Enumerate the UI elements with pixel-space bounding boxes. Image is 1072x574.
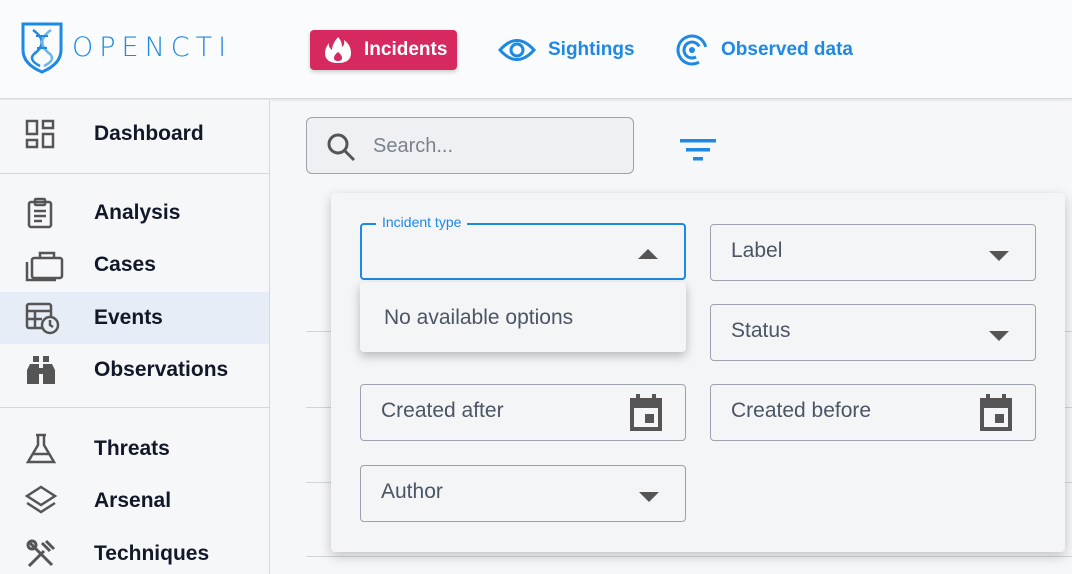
author-select-label: Author (381, 480, 443, 503)
nav-observed-data-label: Observed data (721, 39, 853, 60)
top-bar: OPENCTI Incidents Sightings Observed dat… (0, 0, 1072, 99)
sidebar-item-label: Analysis (94, 201, 181, 224)
sidebar-item-techniques[interactable]: Techniques (0, 528, 269, 574)
sidebar-item-label: Observations (94, 358, 229, 381)
list-row-divider (306, 556, 1072, 557)
sidebar-item-label: Dashboard (94, 122, 204, 145)
sidebar-item-cases[interactable]: Cases (0, 239, 269, 291)
nav-sightings-label: Sightings (548, 39, 635, 60)
search-icon (325, 131, 357, 168)
radar-icon (675, 33, 709, 67)
layers-icon (24, 484, 58, 518)
chevron-up-icon[interactable] (638, 249, 658, 259)
nav-incidents-label: Incidents (364, 39, 448, 60)
created-after-field[interactable]: Created after (360, 384, 686, 441)
clipboard-icon (24, 197, 56, 229)
sidebar-divider (0, 173, 269, 174)
flask-icon (24, 432, 58, 466)
chevron-down-icon[interactable] (639, 492, 659, 502)
filter-list-icon (680, 139, 716, 161)
label-select-label: Label (731, 239, 783, 262)
search-input[interactable] (373, 130, 623, 162)
sidebar-item-label: Cases (94, 253, 156, 276)
nav-incidents-button[interactable]: Incidents (310, 30, 458, 70)
incident-type-label: Incident type (376, 214, 468, 230)
search-box (306, 117, 634, 174)
sidebar-item-arsenal[interactable]: Arsenal (0, 475, 269, 527)
dna-shield-icon (21, 22, 63, 74)
status-select[interactable]: Status (710, 304, 1036, 361)
calendar-clock-icon (24, 301, 60, 335)
flame-icon (324, 35, 352, 65)
opencti-logo[interactable]: OPENCTI (20, 20, 232, 74)
sidebar-item-events[interactable]: Events (0, 292, 269, 344)
no-options-message: No available options (384, 306, 574, 329)
label-select[interactable]: Label (710, 224, 1036, 281)
incident-type-dropdown: No available options (360, 282, 686, 352)
sidebar-divider (0, 407, 269, 408)
sidebar-item-label: Threats (94, 437, 170, 460)
author-select[interactable]: Author (360, 465, 686, 522)
sidebar-item-label: Arsenal (94, 489, 172, 512)
nav-observed-data-button[interactable]: Observed data (675, 30, 853, 70)
sidebar-item-dashboard[interactable]: Dashboard (0, 108, 269, 160)
briefcase-icon (24, 248, 64, 282)
logo-text: OPENCTI (72, 31, 233, 63)
nav-sightings-button[interactable]: Sightings (498, 30, 635, 70)
chevron-down-icon[interactable] (989, 331, 1009, 341)
status-select-label: Status (731, 319, 791, 342)
created-before-field[interactable]: Created before (710, 384, 1036, 441)
dashboard-icon (24, 118, 56, 150)
sidebar-item-analysis[interactable]: Analysis (0, 187, 269, 239)
incident-type-select[interactable]: Incident type (360, 214, 686, 280)
filter-toggle-button[interactable] (676, 134, 720, 171)
sidebar-item-threats[interactable]: Threats (0, 423, 269, 475)
chevron-down-icon[interactable] (989, 251, 1009, 261)
calendar-icon[interactable] (627, 393, 665, 438)
tools-icon (24, 537, 58, 571)
sidebar-item-label: Events (94, 306, 163, 329)
created-after-label: Created after (381, 399, 504, 422)
binoculars-icon (24, 354, 58, 386)
eye-icon (498, 37, 536, 63)
created-before-label: Created before (731, 399, 872, 422)
sidebar-item-label: Techniques (94, 542, 210, 565)
sidebar-item-observations[interactable]: Observations (0, 344, 269, 396)
sidebar: Dashboard Analysis Cases Events Observat… (0, 100, 270, 574)
calendar-icon[interactable] (977, 393, 1015, 438)
